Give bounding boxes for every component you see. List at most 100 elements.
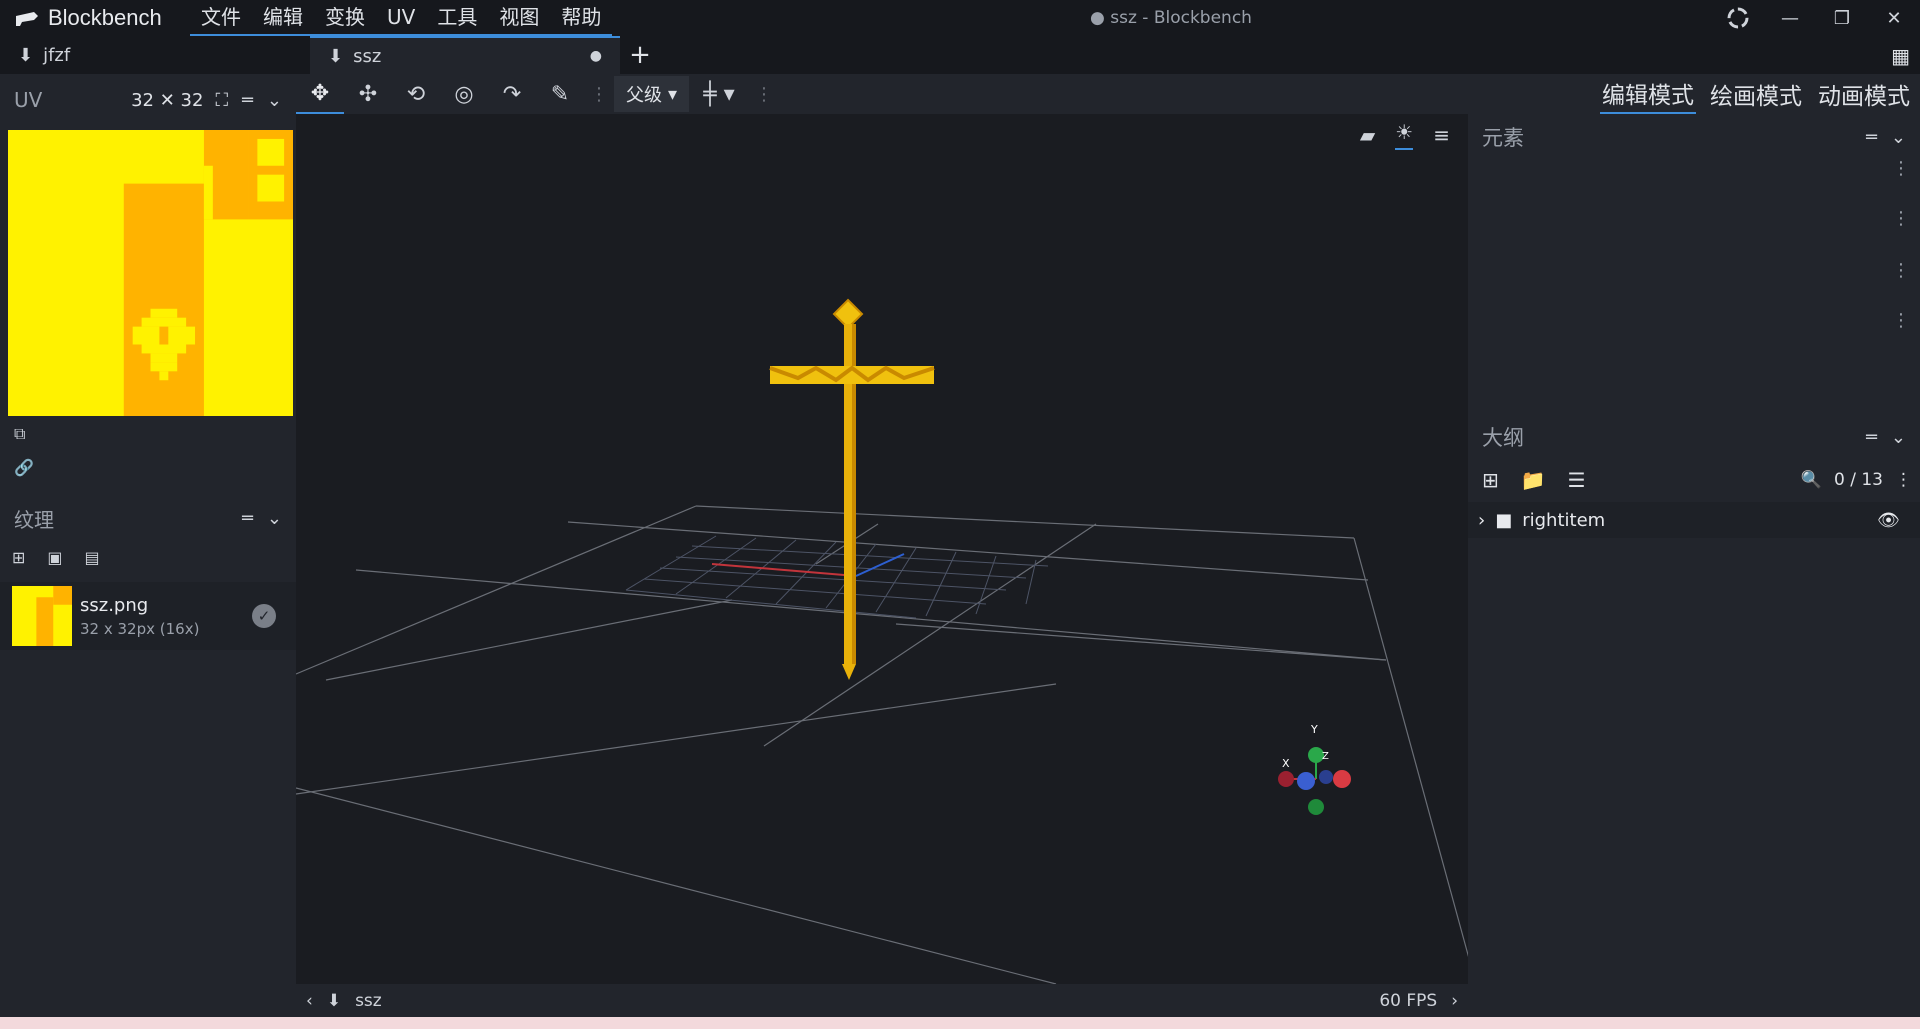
menu-view[interactable]: 视图 (488, 0, 550, 34)
menu-file[interactable]: 文件 (190, 0, 252, 34)
create-texture-icon[interactable]: ▣ (47, 548, 62, 567)
menu-help[interactable]: 帮助 (550, 0, 612, 34)
textures-panel-header: 纹理 ═ ⌄ (0, 492, 296, 544)
outliner-group-item[interactable]: › ■ rightitem 👁 (1468, 502, 1920, 538)
textures-panel-title: 纹理 (14, 507, 54, 532)
menu-uv[interactable]: UV (376, 0, 426, 34)
image-icon[interactable]: ▰ (1360, 123, 1375, 147)
3d-viewport[interactable]: Y X Z ▰ ☀ ≡ (296, 114, 1468, 984)
project-icon: ⬇ (18, 44, 34, 66)
minimize-button[interactable]: — (1764, 0, 1816, 36)
transform-space-select[interactable]: 父级 ▾ (614, 76, 690, 112)
link-icon[interactable]: 🔗 (14, 458, 34, 477)
texture-item[interactable]: ssz.png 32 x 32px (16x) ✓ (0, 582, 296, 650)
menu-icon[interactable]: ≡ (1433, 123, 1450, 147)
sword-model (769, 298, 935, 680)
texture-size: 32 x 32px (16x) (80, 619, 200, 638)
chevron-right-icon[interactable]: › (1478, 510, 1485, 531)
right-sidebar: 元素 ═ ⌄ ⋮ ⋮ ⋮ ⋮ 大纲 ═ ⌄ ⊞ 📁 ☰ 🔍 0 / 13 ⋮ ›… (1468, 114, 1920, 1017)
eye-icon[interactable]: 👁 (1877, 510, 1900, 531)
more-icon[interactable]: ⋮ (1892, 310, 1910, 331)
outliner-count: 0 / 13 (1834, 470, 1883, 490)
texture-name: ssz.png (80, 594, 149, 616)
light-icon[interactable]: ☀ (1395, 120, 1414, 150)
mirror-icon[interactable]: ╪ ▾ (689, 74, 749, 114)
toolbar-menu-icon[interactable]: ⋮ (749, 84, 779, 105)
import-textures-icon[interactable]: ▤ (85, 548, 100, 567)
pivot-icon[interactable]: ◎ (440, 74, 488, 114)
chevron-down-icon[interactable]: ⌄ (1891, 127, 1906, 148)
ground-grid-outer (296, 505, 1468, 984)
mode-tabs: 编辑模式 绘画模式 动画模式 (1600, 74, 1912, 114)
axis-label-x: X (1282, 757, 1290, 770)
menu-tools[interactable]: 工具 (426, 0, 488, 34)
collapse-icon[interactable]: ☰ (1568, 468, 1586, 492)
panel-menu-icon[interactable]: ═ (1866, 127, 1877, 148)
close-button[interactable]: ✕ (1868, 0, 1920, 36)
unsaved-indicator[interactable]: ● (590, 48, 602, 64)
chevron-down-icon[interactable]: ⌄ (267, 508, 282, 529)
brush-icon[interactable]: ✎ (536, 74, 584, 114)
more-icon[interactable]: ⋮ (1892, 260, 1910, 281)
group-label: rightitem (1522, 509, 1606, 531)
tab-animate-mode[interactable]: 动画模式 (1816, 74, 1912, 114)
app-logo: Blockbench (0, 5, 190, 31)
elements-panel-title: 元素 (1482, 126, 1524, 150)
tab-ssz[interactable]: ⬇ ssz ● (310, 36, 620, 74)
viewport-scene (296, 298, 1468, 984)
title-bar: Blockbench 文件 编辑 变换 UV 工具 视图 帮助 ● ssz - … (0, 0, 1920, 36)
axis-label-z: Z (1322, 751, 1329, 762)
axis-label-y: Y (1311, 723, 1318, 736)
outliner-toolbar: ⊞ 📁 ☰ 🔍 0 / 13 ⋮ (1482, 468, 1912, 492)
tab-label: jfzf (43, 44, 71, 66)
sync-icon[interactable] (1712, 0, 1764, 36)
transform-space-label: 父级 (626, 85, 662, 106)
window-controls: — ❐ ✕ (1712, 0, 1920, 36)
chevron-left-icon[interactable]: ‹ (306, 991, 313, 1011)
ground-grid-inner (625, 535, 1049, 619)
chevron-right-icon[interactable]: › (1451, 991, 1458, 1011)
chevron-down-icon[interactable]: ⌄ (1891, 427, 1906, 448)
tab-label: ssz (353, 45, 382, 67)
uv-tools: ⧉ 🔗 (14, 424, 34, 477)
x-axis-line (711, 563, 857, 577)
status-bar: ‹ ⬇ ssz 60 FPS › (296, 984, 1468, 1017)
move-tool-icon[interactable]: ✥ (296, 74, 344, 114)
vertex-snap-icon[interactable]: ↷ (488, 74, 536, 114)
tab-edit-mode[interactable]: 编辑模式 (1600, 74, 1696, 114)
more-icon[interactable]: ⋮ (1892, 208, 1910, 229)
restore-button[interactable]: ❐ (1816, 0, 1868, 36)
grid-icon[interactable]: ▦ (1891, 44, 1910, 68)
add-texture-icon[interactable]: ⊞ (12, 548, 25, 567)
panel-menu-icon[interactable]: ═ (242, 508, 253, 529)
tool-bar: ✥ ✣ ⟲ ◎ ↷ ✎ ⋮ 父级 ▾ ╪ ▾ ⋮ 编辑模式 绘画模式 动画模式 (296, 74, 1920, 114)
caret-down-icon: ▾ (668, 83, 678, 105)
more-icon[interactable]: ⋮ (1892, 158, 1910, 179)
fps-counter: 60 FPS (1379, 990, 1438, 1011)
check-icon[interactable]: ✓ (252, 604, 276, 628)
panel-menu-icon[interactable]: ═ (1866, 427, 1877, 448)
translate-icon[interactable]: ✣ (344, 74, 392, 114)
project-icon: ⬇ (328, 45, 344, 67)
z-axis-line (855, 553, 905, 577)
fullscreen-icon[interactable]: ⛶ (215, 90, 228, 111)
add-cube-icon[interactable]: ⊞ (1482, 468, 1499, 492)
tab-jfzf[interactable]: ⬇ jfzf (0, 36, 310, 74)
chevron-down-icon[interactable]: ⌄ (267, 90, 282, 111)
new-tab-button[interactable]: + (620, 36, 660, 74)
menu-bar: 文件 编辑 变换 UV 工具 视图 帮助 (190, 0, 613, 36)
menu-transform[interactable]: 变换 (314, 0, 376, 34)
more-icon[interactable]: ⋮ (1895, 470, 1912, 490)
toolbar-menu-icon[interactable]: ⋮ (584, 84, 614, 105)
copy-icon[interactable]: ⧉ (14, 424, 34, 444)
status-project-name: ssz (355, 990, 382, 1011)
uv-size-label[interactable]: 32 ✕ 32 (131, 90, 203, 111)
outliner-header: 大纲 ═ ⌄ (1468, 414, 1920, 460)
rotate-icon[interactable]: ⟲ (392, 74, 440, 114)
tab-paint-mode[interactable]: 绘画模式 (1708, 74, 1804, 114)
menu-edit[interactable]: 编辑 (252, 0, 314, 34)
panel-menu-icon[interactable]: ═ (242, 90, 253, 111)
search-icon[interactable]: 🔍 (1801, 470, 1822, 490)
add-group-icon[interactable]: 📁 (1521, 468, 1546, 492)
uv-editor-canvas[interactable] (8, 130, 293, 416)
